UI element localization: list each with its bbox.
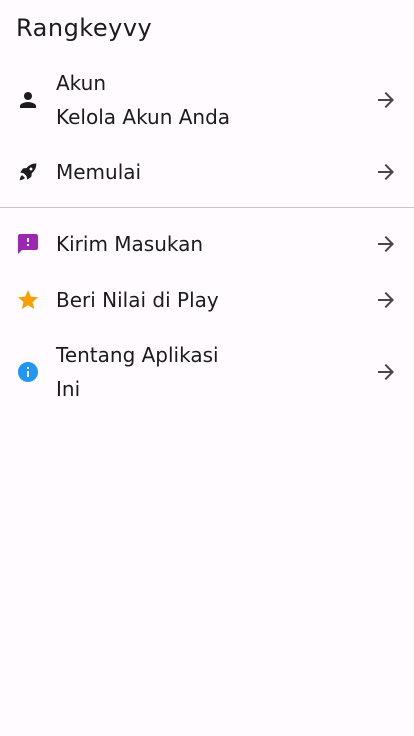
rocket-icon <box>19 163 37 181</box>
person-icon <box>20 92 36 108</box>
menu-item-rate-label: Beri Nilai di Play <box>56 288 219 312</box>
info-icon <box>18 362 38 382</box>
menu-item-getting-started[interactable]: Memulai <box>0 144 414 200</box>
feedback-icon <box>18 234 38 254</box>
arrow-forward-icon <box>378 236 394 252</box>
menu-item-about[interactable]: Tentang Aplikasi Ini <box>0 336 414 408</box>
arrow-forward-icon <box>378 92 394 108</box>
menu-item-about-label-cont: Ini <box>56 377 81 401</box>
arrow-forward-icon <box>378 364 394 380</box>
arrow-forward-icon <box>378 292 394 308</box>
menu-item-feedback-label: Kirim Masukan <box>56 232 204 256</box>
menu-item-about-label: Tentang Aplikasi <box>56 343 219 367</box>
menu-item-about-text: Tentang Aplikasi Ini <box>56 343 358 401</box>
menu-item-account-subtitle: Kelola Akun Anda <box>56 105 231 129</box>
menu-item-rate[interactable]: Beri Nilai di Play <box>0 272 414 328</box>
section-divider <box>0 207 414 208</box>
menu-item-account[interactable]: Akun Kelola Akun Anda <box>0 64 414 136</box>
arrow-forward-icon <box>378 164 394 180</box>
menu-item-account-label: Akun <box>56 71 106 95</box>
menu-item-feedback[interactable]: Kirim Masukan <box>0 216 414 272</box>
menu-item-account-text: Akun Kelola Akun Anda <box>56 71 358 129</box>
star-icon <box>18 290 38 309</box>
page-title: Rangkeyvy <box>16 14 153 42</box>
menu-item-getting-started-label: Memulai <box>56 160 142 184</box>
settings-page: Rangkeyvy Akun Kelola Akun Anda Memulai <box>0 0 414 736</box>
